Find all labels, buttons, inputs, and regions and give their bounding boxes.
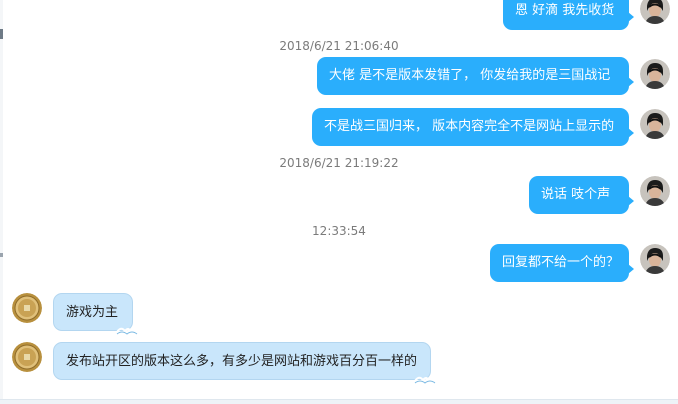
message-timestamp: 12:33:54	[312, 224, 366, 238]
self-avatar[interactable]	[640, 244, 670, 274]
message-text: 恩 好滴 我先收货	[515, 3, 615, 18]
message-text: 不是战三国归来， 版本内容完全不是网站上显示的	[324, 119, 615, 134]
peer-avatar[interactable]	[12, 293, 42, 323]
person-photo-avatar-icon	[640, 244, 670, 274]
input-area-divider	[0, 399, 678, 404]
chat-message-area[interactable]: 恩 好滴 我先收货 2018/6/21 21:06:40 大佬 是不是版本发错了…	[0, 0, 678, 404]
person-photo-avatar-icon	[640, 59, 670, 89]
message-timestamp: 2018/6/21 21:19:22	[279, 156, 399, 170]
gold-coin-avatar-icon	[12, 293, 42, 323]
bubble-cloud-decoration-icon	[414, 376, 436, 384]
outgoing-message-bubble[interactable]: 说话 吱个声	[529, 176, 634, 214]
self-avatar[interactable]	[640, 0, 670, 24]
message-timestamp: 2018/6/21 21:06:40	[279, 39, 399, 53]
incoming-message-bubble[interactable]: 游戏为主	[53, 293, 138, 335]
person-photo-avatar-icon	[640, 176, 670, 206]
message-text: 发布站开区的版本这么多，有多少是网站和游戏百分百一样的	[66, 354, 418, 369]
person-photo-avatar-icon	[640, 0, 670, 24]
message-text: 回复都不给一个的？	[502, 255, 620, 270]
outgoing-message-bubble[interactable]: 不是战三国归来， 版本内容完全不是网站上显示的	[312, 108, 634, 146]
outgoing-message-bubble[interactable]: 回复都不给一个的？	[490, 244, 634, 282]
bubble-cloud-decoration-icon	[116, 327, 138, 335]
outgoing-message-bubble[interactable]: 大佬 是不是版本发错了， 你发给我的是三国战记	[317, 57, 634, 95]
self-avatar[interactable]	[640, 59, 670, 89]
message-text: 说话 吱个声	[541, 187, 611, 202]
person-photo-avatar-icon	[640, 109, 670, 139]
message-text: 大佬 是不是版本发错了， 你发给我的是三国战记	[329, 68, 611, 83]
outgoing-message-bubble[interactable]: 恩 好滴 我先收货	[503, 0, 634, 30]
incoming-message-bubble[interactable]: 发布站开区的版本这么多，有多少是网站和游戏百分百一样的	[53, 342, 436, 384]
message-text: 游戏为主	[66, 305, 119, 320]
self-avatar[interactable]	[640, 176, 670, 206]
self-avatar[interactable]	[640, 109, 670, 139]
peer-avatar[interactable]	[12, 342, 42, 372]
gold-coin-avatar-icon	[12, 342, 42, 372]
